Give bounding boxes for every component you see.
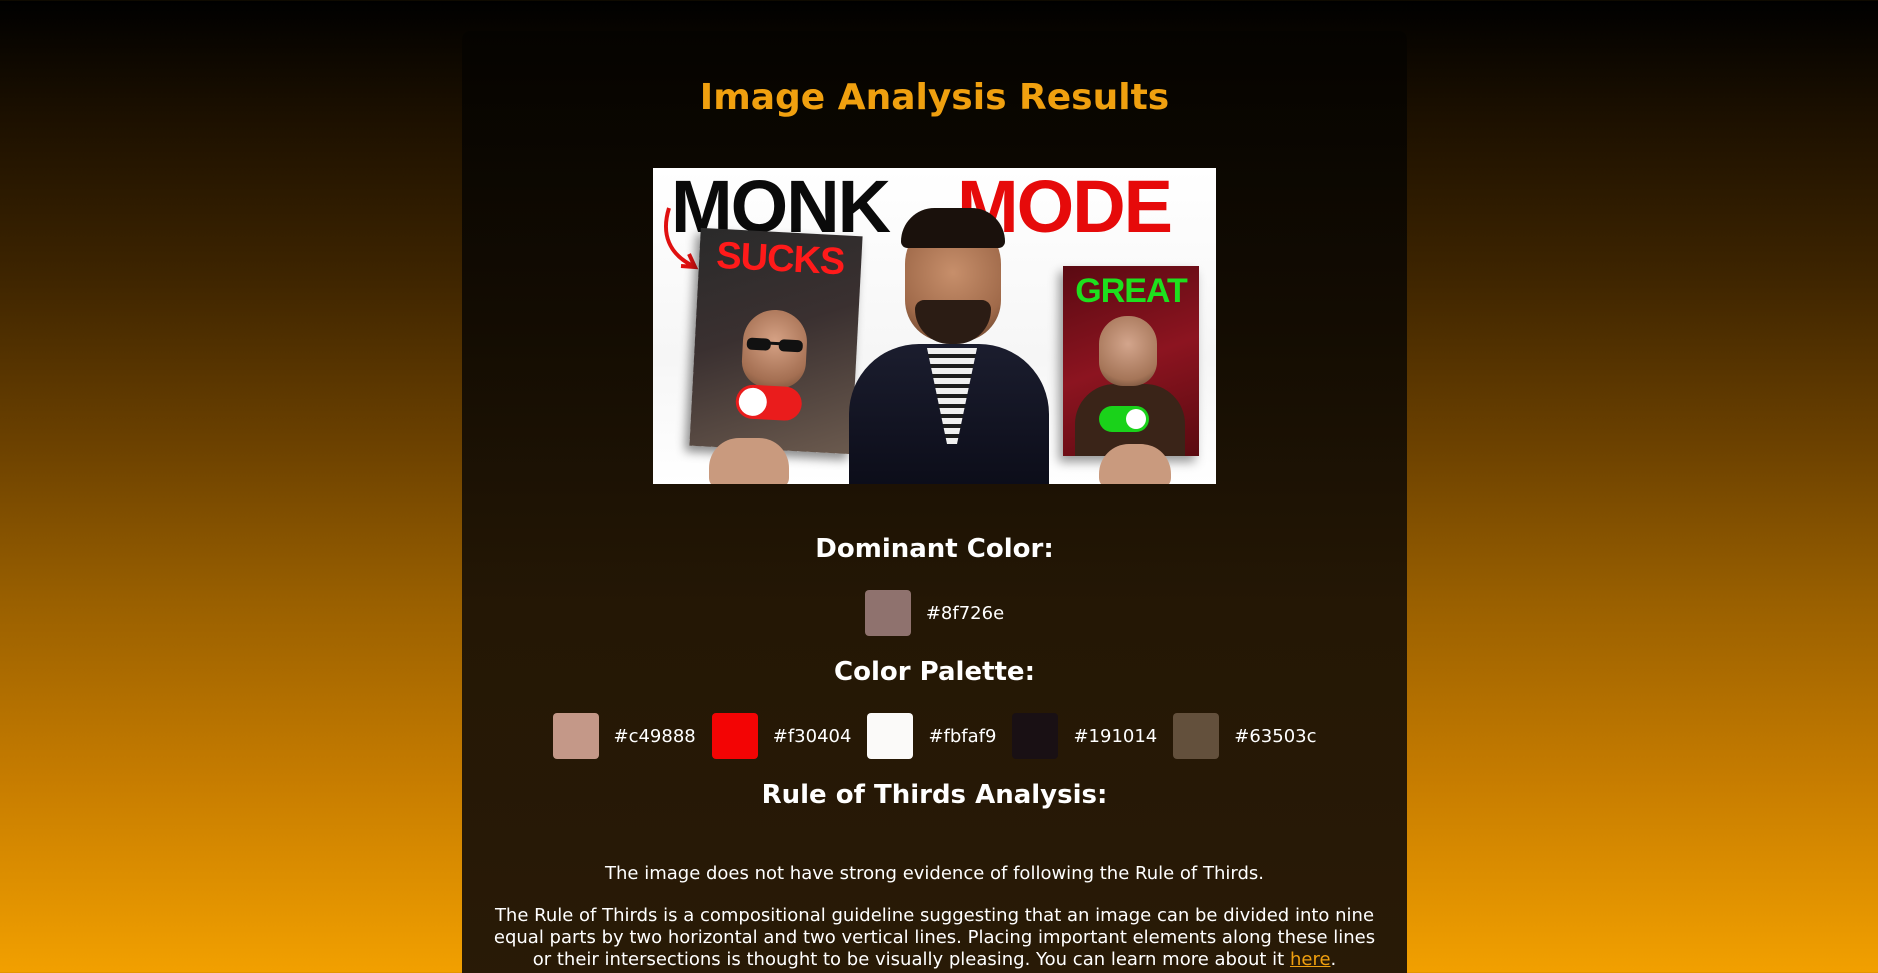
- left-hand: [709, 438, 789, 484]
- palette-swatch: [552, 713, 599, 759]
- rule-of-thirds-info: The Rule of Thirds is a compositional gu…: [482, 905, 1387, 971]
- palette-hex: #f30404: [772, 725, 852, 747]
- red-arrow-icon: [664, 207, 699, 270]
- rule-of-thirds-result: The image does not have strong evidence …: [605, 863, 1264, 884]
- palette-swatch: [1173, 713, 1220, 759]
- person-beard: [915, 300, 991, 344]
- right-book: GREAT: [1063, 266, 1199, 456]
- left-book-label: SUCKS: [715, 234, 846, 284]
- results-card: Image Analysis Results MONK MODE SUCKS G…: [462, 31, 1407, 973]
- analyzed-image: MONK MODE SUCKS GREAT: [653, 168, 1216, 484]
- learn-more-link[interactable]: here: [1290, 949, 1331, 970]
- color-palette-row: #c49888 #f30404 #fbfaf9 #191014 #63503c: [462, 713, 1407, 759]
- palette-item: #f30404: [711, 713, 852, 759]
- color-palette-heading: Color Palette:: [834, 657, 1035, 687]
- dominant-color-heading: Dominant Color:: [815, 534, 1054, 564]
- page-title: Image Analysis Results: [699, 77, 1170, 118]
- palette-item: #c49888: [552, 713, 696, 759]
- palette-swatch: [867, 713, 914, 759]
- dominant-color-hex: #8f726e: [925, 602, 1005, 624]
- palette-item: #191014: [1012, 713, 1157, 759]
- center-person: [849, 208, 1049, 484]
- dominant-color-swatch: [864, 590, 911, 636]
- right-book-label: GREAT: [1075, 272, 1187, 310]
- red-toggle-off-icon: [734, 384, 803, 422]
- left-book: SUCKS: [689, 227, 863, 455]
- rule-of-thirds-info-text: The Rule of Thirds is a compositional gu…: [493, 905, 1376, 970]
- right-hand: [1099, 444, 1171, 484]
- palette-hex: #fbfaf9: [928, 725, 997, 747]
- rule-of-thirds-info-trailing: .: [1330, 949, 1337, 970]
- palette-hex: #191014: [1073, 725, 1158, 747]
- palette-item: #63503c: [1173, 713, 1317, 759]
- dominant-color-row: #8f726e: [462, 590, 1407, 636]
- palette-hex: #c49888: [613, 725, 696, 747]
- rule-of-thirds-heading: Rule of Thirds Analysis:: [761, 780, 1108, 810]
- person-hair: [901, 208, 1005, 248]
- right-book-portrait: [1099, 316, 1157, 386]
- green-toggle-on-icon: [1099, 406, 1149, 432]
- dominant-color-item: #8f726e: [864, 590, 1005, 636]
- palette-swatch: [1012, 713, 1059, 759]
- palette-hex: #63503c: [1234, 725, 1317, 747]
- palette-item: #fbfaf9: [867, 713, 996, 759]
- palette-swatch: [711, 713, 758, 759]
